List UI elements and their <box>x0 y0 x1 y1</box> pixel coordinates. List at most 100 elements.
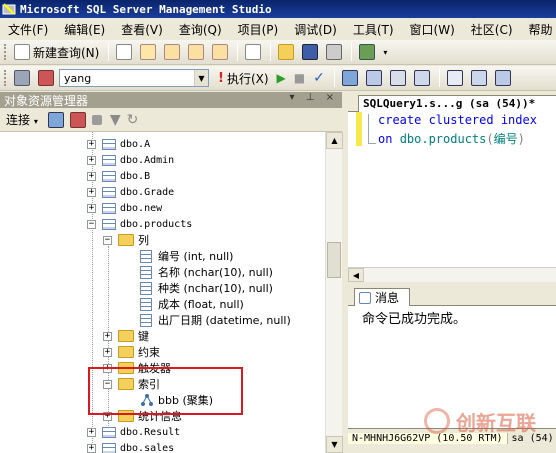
folder-columns[interactable]: − 列 <box>103 232 149 248</box>
column-item[interactable]: 编号 (int, null) <box>140 248 233 264</box>
expand-icon[interactable]: + <box>103 331 112 341</box>
column-icon <box>140 313 152 327</box>
column-item[interactable]: 名称 (nchar(10), null) <box>140 264 273 280</box>
debug-button[interactable]: ▶ <box>274 68 289 88</box>
scroll-up-icon[interactable]: ▲ <box>326 132 343 149</box>
table-label: dbo.Admin <box>120 154 175 166</box>
print-button[interactable] <box>323 42 345 62</box>
table-icon <box>102 186 116 198</box>
folder-keys[interactable]: + 键 <box>103 328 149 344</box>
object-explorer-scrollbar[interactable]: ▲ ▼ <box>325 132 343 453</box>
query-editor[interactable]: create clustered index on dbo.products(编… <box>348 112 556 267</box>
toolbar-overflow-button[interactable]: ▾ <box>380 42 390 62</box>
cancel-query-button[interactable]: ■ <box>291 68 308 88</box>
expand-icon[interactable]: + <box>87 139 96 149</box>
chevron-down-icon[interactable]: ▼ <box>194 70 208 86</box>
new-file-button[interactable] <box>113 42 135 62</box>
table-node-new[interactable]: + dbo.new <box>87 200 162 216</box>
editor-horizontal-scrollbar[interactable]: ◀ <box>348 267 556 282</box>
menu-query[interactable]: 查询(Q) <box>179 21 222 38</box>
query-tab[interactable]: SQLQuery1.s...g (sa (54))* <box>358 95 556 112</box>
table-icon <box>102 138 116 150</box>
object-explorer-header: 对象资源管理器 ▾ ⊥ × <box>0 92 342 108</box>
disconnect-icon[interactable] <box>69 111 86 128</box>
menu-tools[interactable]: 工具(T) <box>353 21 394 38</box>
menu-window[interactable]: 窗口(W) <box>410 21 455 38</box>
column-item[interactable]: 成本 (float, null) <box>140 296 244 312</box>
open-button[interactable] <box>275 42 297 62</box>
panel-pin-controls[interactable]: ▾ ⊥ × <box>290 92 338 103</box>
expand-icon[interactable]: + <box>87 187 96 197</box>
menu-debug[interactable]: 调试(D) <box>294 21 337 38</box>
table-node-a[interactable]: + dbo.A <box>87 136 150 152</box>
results-to-text-button[interactable] <box>444 68 466 88</box>
exclamation-icon: ! <box>218 70 224 86</box>
results-to-file-button[interactable] <box>492 68 514 88</box>
table-icon <box>102 202 116 214</box>
connect-object-explorer-icon[interactable] <box>47 111 64 128</box>
filter-icon[interactable]: ▼ <box>110 112 121 128</box>
query-designer-button[interactable] <box>363 68 385 88</box>
toolbar-grip[interactable] <box>4 70 7 86</box>
connect-button[interactable] <box>11 68 33 88</box>
collapse-icon[interactable]: − <box>103 235 112 245</box>
expand-icon[interactable]: + <box>87 443 96 453</box>
intellisense-button[interactable] <box>411 68 433 88</box>
display-plan-button[interactable] <box>339 68 361 88</box>
expand-icon[interactable]: + <box>87 427 96 437</box>
db-engine-query-button[interactable] <box>137 42 159 62</box>
query-options-button[interactable] <box>387 68 409 88</box>
parse-button[interactable]: ✓ <box>310 68 328 88</box>
disconnect-button[interactable] <box>35 68 57 88</box>
expand-icon[interactable]: + <box>87 155 96 165</box>
collapse-icon[interactable]: − <box>87 219 96 229</box>
expand-icon[interactable]: + <box>87 171 96 181</box>
menu-help[interactable]: 帮助 <box>529 21 553 38</box>
table-node-result[interactable]: + dbo.Result <box>87 424 180 440</box>
table-node-grade[interactable]: + dbo.Grade <box>87 184 174 200</box>
expand-icon[interactable]: + <box>87 203 96 213</box>
sql-editor-toolbar: yang ▼ ! 执行(X) ▶ ■ ✓ <box>0 66 556 91</box>
menu-view[interactable]: 查看(V) <box>121 21 163 38</box>
scroll-down-icon[interactable]: ▼ <box>326 436 343 453</box>
code-keyword: create clustered index <box>378 113 537 127</box>
results-to-grid-button[interactable] <box>468 68 490 88</box>
disconnect-icon <box>38 70 54 86</box>
connect-dropdown[interactable]: 连接 ▾ <box>6 111 38 128</box>
table-node-admin[interactable]: + dbo.Admin <box>87 152 174 168</box>
database-select[interactable]: yang ▼ <box>59 69 209 87</box>
new-query-button[interactable]: 新建查询(N) <box>11 42 102 62</box>
menu-community[interactable]: 社区(C) <box>471 21 513 38</box>
scroll-left-icon[interactable]: ◀ <box>348 268 364 282</box>
menu-edit[interactable]: 编辑(E) <box>64 21 105 38</box>
table-node-products[interactable]: − dbo.products <box>87 216 192 232</box>
xmla-query-button[interactable] <box>209 42 231 62</box>
add-file-button[interactable] <box>242 42 264 62</box>
stop-icon[interactable] <box>91 114 102 125</box>
code-paren-close: ) <box>517 132 525 146</box>
menu-project[interactable]: 项目(P) <box>238 21 279 38</box>
column-icon <box>140 265 152 279</box>
analysis-query-button[interactable] <box>161 42 183 62</box>
column-item[interactable]: 出厂日期 (datetime, null) <box>140 312 291 328</box>
save-button[interactable] <box>299 42 321 62</box>
code-object: dbo.products <box>399 132 487 146</box>
refresh-icon[interactable]: ↻ <box>127 112 139 128</box>
scrollbar-thumb[interactable] <box>327 242 341 278</box>
execute-button[interactable]: ! 执行(X) <box>215 68 272 88</box>
toolbar-grip[interactable] <box>4 44 7 60</box>
expand-icon[interactable]: + <box>103 347 112 357</box>
menu-file[interactable]: 文件(F) <box>8 21 48 38</box>
messages-tab[interactable]: 消息 <box>354 288 410 306</box>
execute-label: 执行(X) <box>226 71 269 86</box>
results-grid-icon <box>470 70 487 86</box>
new-query-icon <box>14 44 30 60</box>
table-node-b[interactable]: + dbo.B <box>87 168 150 184</box>
table-label: dbo.Result <box>120 426 181 438</box>
dmx-query-button[interactable] <box>185 42 207 62</box>
object-explorer-toolbar: 连接 ▾ ▼ ↻ <box>0 108 342 132</box>
table-node-sales[interactable]: + dbo.sales <box>87 440 174 453</box>
activity-monitor-button[interactable] <box>356 42 378 62</box>
folder-constraints[interactable]: + 约束 <box>103 344 160 360</box>
column-item[interactable]: 种类 (nchar(10), null) <box>140 280 273 296</box>
